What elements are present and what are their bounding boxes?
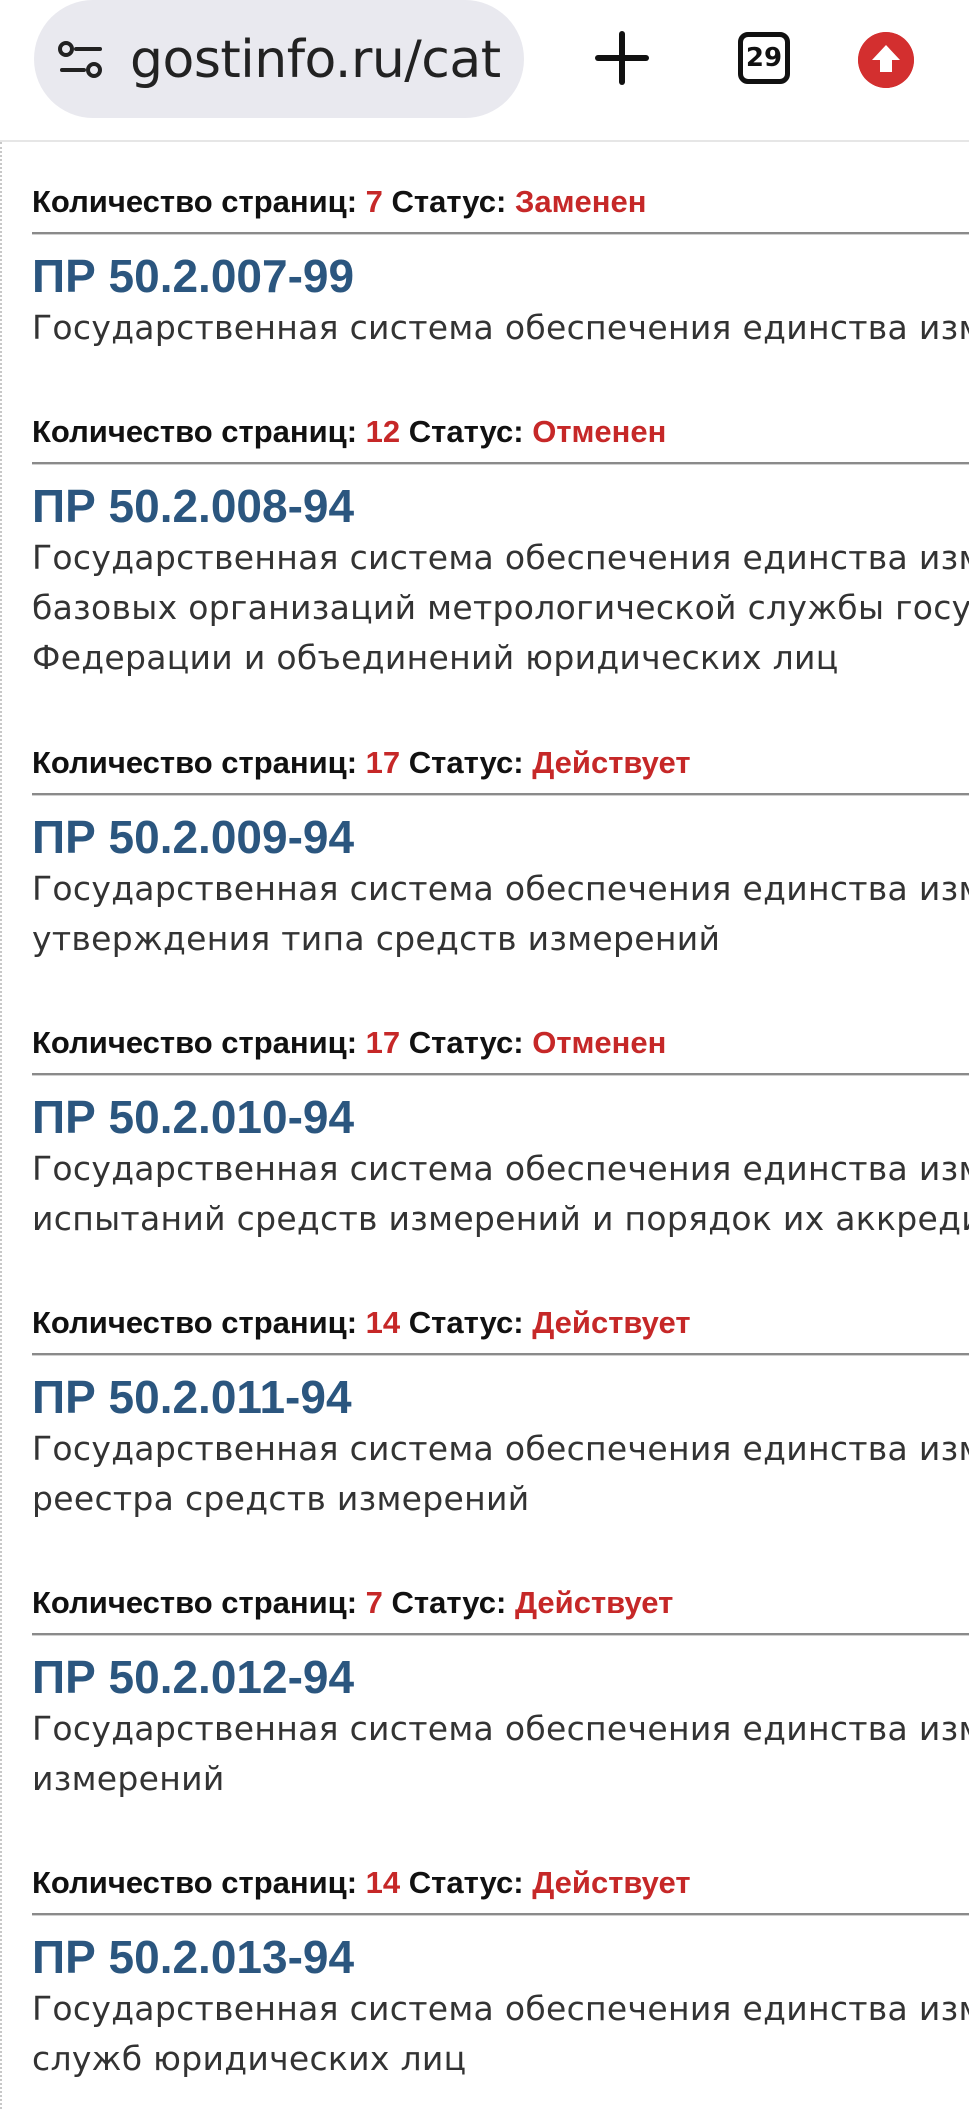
status-badge: Отменен [532,1025,667,1060]
description-line: Государственная система обеспечения един… [32,1149,969,1188]
divider [32,1633,969,1636]
divider [32,1913,969,1916]
description-line: Федерации и объединений юридических лиц [32,638,839,677]
site-settings-icon[interactable] [58,40,104,80]
divider [32,1073,969,1076]
description-line: Государственная система обеспечения един… [32,1989,969,2028]
description-line: Государственная система обеспечения един… [32,308,969,347]
entry-meta: Количество страниц: 17 Статус: Отменен [32,1023,969,1063]
status-label: Статус: [408,1305,524,1340]
status-label: Статус: [391,1585,507,1620]
page-count: 7 [365,1585,383,1620]
catalog-list: Количество страниц: 7 Статус: Заменен ПР… [0,142,969,2109]
pages-label: Количество страниц: [32,184,358,219]
new-tab-icon[interactable] [592,28,652,88]
status-badge: Отменен [532,414,667,449]
status-label: Статус: [408,414,524,449]
browser-toolbar: gostinfo.ru/catalog 29 [0,0,969,142]
status-label: Статус: [408,1865,524,1900]
document-code-link[interactable]: ПР 50.2.010-94 [32,1090,969,1144]
status-badge: Действует [514,1585,674,1620]
address-bar[interactable]: gostinfo.ru/catalog [34,0,524,118]
description-line: утверждения типа средств измерений [32,919,721,958]
divider [32,793,969,796]
document-code-link[interactable]: ПР 50.2.013-94 [32,1930,969,1984]
divider [32,1353,969,1356]
pages-label: Количество страниц: [32,1865,358,1900]
status-badge: Действует [532,1305,691,1340]
pages-label: Количество страниц: [32,1585,358,1620]
list-item: Количество страниц: 7 Статус: Заменен ПР… [32,182,969,353]
status-badge: Действует [532,1865,691,1900]
page-count: 17 [365,1025,401,1060]
description-line: Государственная система обеспечения един… [32,1429,969,1468]
entry-meta: Количество страниц: 12 Статус: Отменен [32,412,969,452]
pages-label: Количество страниц: [32,745,358,780]
list-item: Количество страниц: 7 Статус: Действует … [32,1583,969,1804]
page-count: 14 [365,1305,401,1340]
status-label: Статус: [408,745,524,780]
page-count: 14 [365,1865,401,1900]
page-count: 7 [365,184,383,219]
update-arrow-icon[interactable] [858,32,914,88]
status-badge: Действует [532,745,691,780]
divider [32,232,969,235]
entry-meta: Количество страниц: 7 Статус: Заменен [32,182,969,222]
document-code-link[interactable]: ПР 50.2.012-94 [32,1650,969,1704]
entry-meta: Количество страниц: 17 Статус: Действует [32,743,969,783]
description-line: Государственная система обеспечения един… [32,538,969,577]
description-line: измерений [32,1759,225,1798]
status-badge: Заменен [514,184,647,219]
status-label: Статус: [408,1025,524,1060]
list-item: Количество страниц: 12 Статус: Отменен П… [32,412,969,683]
url-text: gostinfo.ru/catalog [130,30,500,90]
pages-label: Количество страниц: [32,414,358,449]
list-item: Количество страниц: 17 Статус: Отменен П… [32,1023,969,1244]
pages-label: Количество страниц: [32,1025,358,1060]
description-line: испытаний средств измерений и порядок их… [32,1199,969,1238]
pages-label: Количество страниц: [32,1305,358,1340]
document-code-link[interactable]: ПР 50.2.009-94 [32,810,969,864]
description-line: служб юридических лиц [32,2039,467,2078]
list-item: Количество страниц: 17 Статус: Действует… [32,743,969,964]
document-code-link[interactable]: ПР 50.2.007-99 [32,249,969,303]
page-count: 17 [365,745,401,780]
list-item: Количество страниц: 14 Статус: Действует… [32,1303,969,1524]
entry-meta: Количество страниц: 14 Статус: Действует [32,1863,969,1903]
description-line: Государственная система обеспечения един… [32,869,969,908]
entry-meta: Количество страниц: 7 Статус: Действует [32,1583,969,1623]
page-count: 12 [365,414,401,449]
tab-count: 29 [745,43,783,73]
entry-meta: Количество страниц: 14 Статус: Действует [32,1303,969,1343]
list-item: Количество страниц: 14 Статус: Действует… [32,1863,969,2084]
document-code-link[interactable]: ПР 50.2.008-94 [32,479,969,533]
description-line: базовых организаций метрологической служ… [32,588,969,627]
status-label: Статус: [391,184,507,219]
description-line: реестра средств измерений [32,1479,530,1518]
divider [32,462,969,465]
description-line: Государственная система обеспечения един… [32,1709,969,1748]
tab-switcher-button[interactable]: 29 [738,32,790,84]
document-code-link[interactable]: ПР 50.2.011-94 [32,1370,969,1424]
